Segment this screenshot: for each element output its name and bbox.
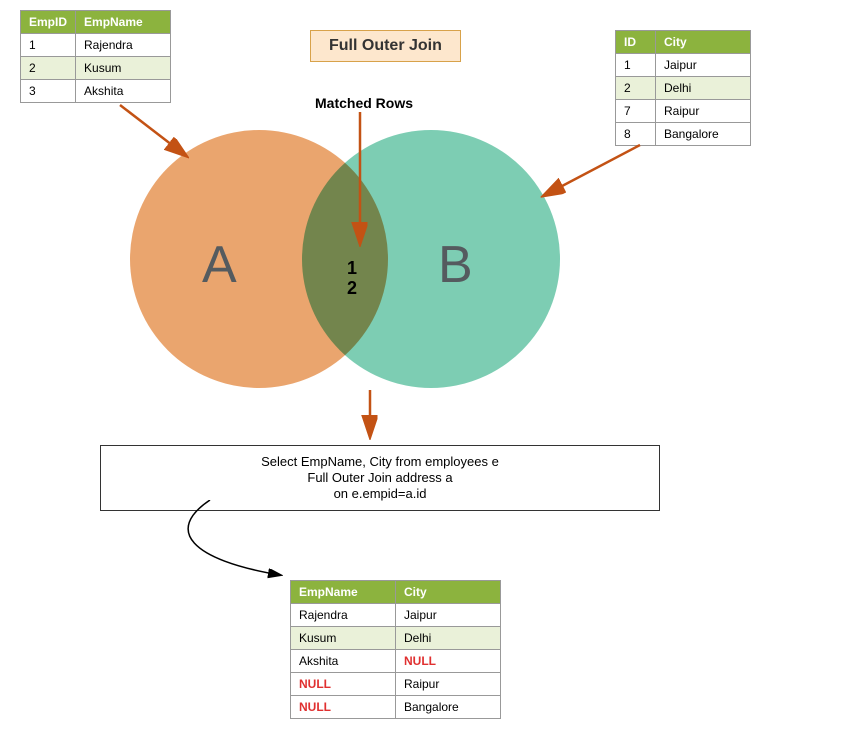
- query-line: Select EmpName, City from employees e: [109, 454, 651, 470]
- table-row: 1 Jaipur: [616, 54, 751, 77]
- matched-rows-label: Matched Rows: [315, 95, 413, 111]
- arrow-venn-to-query: [355, 390, 385, 445]
- table-row: 1 Rajendra: [21, 34, 171, 57]
- result-header-city: City: [396, 581, 501, 604]
- venn-label-a: A: [202, 235, 237, 295]
- table-row: 2 Kusum: [21, 57, 171, 80]
- table-row: NULL Bangalore: [291, 696, 501, 719]
- query-line: Full Outer Join address a: [109, 470, 651, 486]
- result-header-name: EmpName: [291, 581, 396, 604]
- employees-table: EmpID EmpName 1 Rajendra 2 Kusum 3 Akshi…: [20, 10, 171, 103]
- table-row: Akshita NULL: [291, 650, 501, 673]
- arrow-employees-to-venn: [110, 100, 200, 170]
- venn-intersection-values: 1 2: [347, 258, 357, 298]
- arrow-matched-to-intersection: [340, 112, 380, 257]
- address-table: ID City 1 Jaipur 2 Delhi 7 Raipur 8 Bang…: [615, 30, 751, 146]
- title-box: Full Outer Join: [310, 30, 461, 62]
- diagram-root: Full Outer Join EmpID EmpName 1 Rajendra…: [0, 0, 843, 731]
- addr-header-id: ID: [616, 31, 656, 54]
- emp-header-id: EmpID: [21, 11, 76, 34]
- arrow-query-to-result: [170, 500, 300, 585]
- table-row: Rajendra Jaipur: [291, 604, 501, 627]
- venn-label-b: B: [438, 235, 473, 295]
- table-row: 2 Delhi: [616, 77, 751, 100]
- addr-header-city: City: [656, 31, 751, 54]
- table-row: 7 Raipur: [616, 100, 751, 123]
- emp-header-name: EmpName: [76, 11, 171, 34]
- arrow-address-to-venn: [530, 140, 650, 210]
- table-row: Kusum Delhi: [291, 627, 501, 650]
- table-row: NULL Raipur: [291, 673, 501, 696]
- result-table: EmpName City Rajendra Jaipur Kusum Delhi…: [290, 580, 501, 719]
